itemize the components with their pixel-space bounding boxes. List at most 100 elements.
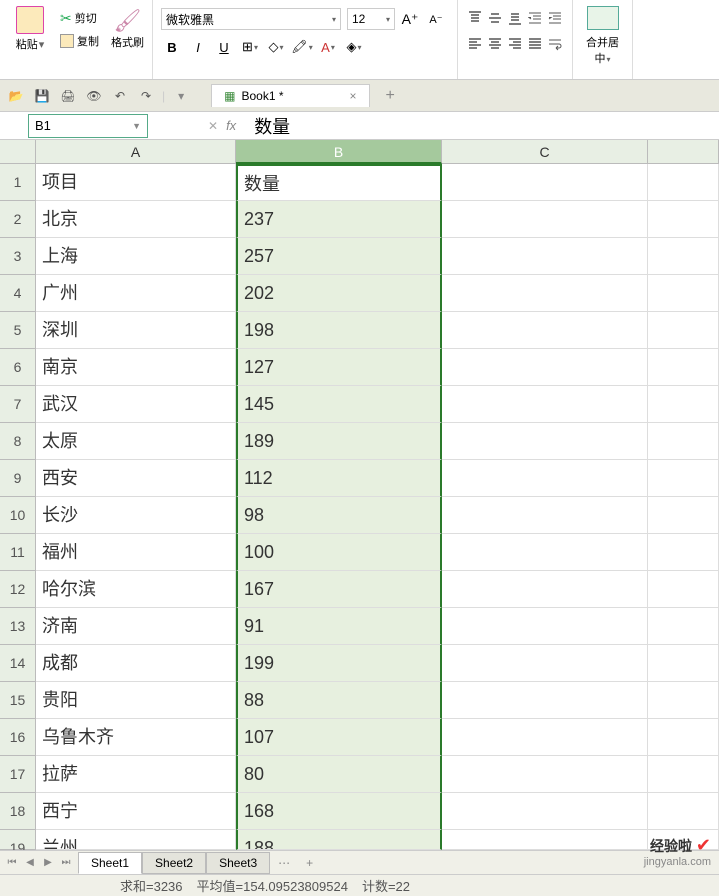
print-preview-icon[interactable]: 👁 bbox=[84, 86, 104, 106]
wrap-text-button[interactable] bbox=[546, 34, 564, 54]
cell[interactable]: 188 bbox=[236, 830, 442, 850]
align-right-button[interactable] bbox=[506, 34, 524, 54]
print-icon[interactable]: 🖨 bbox=[58, 86, 78, 106]
cell[interactable] bbox=[648, 423, 719, 460]
row-header[interactable]: 12 bbox=[0, 571, 36, 608]
row-header[interactable]: 7 bbox=[0, 386, 36, 423]
row-header[interactable]: 17 bbox=[0, 756, 36, 793]
cell[interactable] bbox=[442, 793, 648, 830]
cell[interactable]: 哈尔滨 bbox=[36, 571, 236, 608]
cell[interactable]: 兰州 bbox=[36, 830, 236, 850]
paste-button[interactable]: 粘贴▾ bbox=[8, 4, 52, 54]
cell[interactable] bbox=[648, 497, 719, 534]
cell[interactable] bbox=[648, 719, 719, 756]
cell[interactable]: 107 bbox=[236, 719, 442, 756]
copy-button[interactable]: 复制 bbox=[56, 31, 103, 51]
row-header[interactable]: 1 bbox=[0, 164, 36, 201]
cell[interactable] bbox=[442, 608, 648, 645]
cell[interactable] bbox=[648, 645, 719, 682]
cell[interactable]: 广州 bbox=[36, 275, 236, 312]
cell[interactable]: 98 bbox=[236, 497, 442, 534]
column-header[interactable]: B bbox=[236, 140, 442, 164]
cell[interactable] bbox=[648, 275, 719, 312]
cell[interactable] bbox=[648, 682, 719, 719]
italic-button[interactable]: I bbox=[187, 36, 209, 58]
font-name-select[interactable]: 微软雅黑▾ bbox=[161, 8, 341, 30]
cell[interactable]: 199 bbox=[236, 645, 442, 682]
cell[interactable]: 深圳 bbox=[36, 312, 236, 349]
cell[interactable] bbox=[648, 349, 719, 386]
cell[interactable] bbox=[648, 534, 719, 571]
cell[interactable]: 257 bbox=[236, 238, 442, 275]
underline-button[interactable]: U bbox=[213, 36, 235, 58]
cell[interactable] bbox=[648, 793, 719, 830]
sheet-tab[interactable]: Sheet1 bbox=[78, 852, 142, 874]
document-tab[interactable]: ▦ Book1 * × bbox=[211, 84, 369, 107]
cell[interactable]: 100 bbox=[236, 534, 442, 571]
cancel-icon[interactable]: ✕ bbox=[208, 119, 218, 133]
row-header[interactable]: 5 bbox=[0, 312, 36, 349]
cell[interactable] bbox=[648, 460, 719, 497]
cell[interactable] bbox=[442, 349, 648, 386]
cell[interactable] bbox=[442, 460, 648, 497]
cell[interactable] bbox=[442, 423, 648, 460]
cell[interactable]: 乌鲁木齐 bbox=[36, 719, 236, 756]
cell[interactable] bbox=[442, 386, 648, 423]
row-header[interactable]: 18 bbox=[0, 793, 36, 830]
cell[interactable] bbox=[648, 608, 719, 645]
cell[interactable] bbox=[648, 164, 719, 201]
column-header[interactable]: C bbox=[442, 140, 648, 164]
add-sheet-button[interactable]: + bbox=[298, 856, 321, 870]
cell[interactable] bbox=[648, 571, 719, 608]
cell[interactable] bbox=[442, 571, 648, 608]
cell[interactable]: 济南 bbox=[36, 608, 236, 645]
redo-icon[interactable]: ↷ bbox=[136, 86, 156, 106]
border-button[interactable]: ⊞▾ bbox=[239, 36, 261, 58]
cell[interactable]: 127 bbox=[236, 349, 442, 386]
cell[interactable]: 数量 bbox=[236, 164, 442, 201]
cell[interactable]: 贵阳 bbox=[36, 682, 236, 719]
cell[interactable]: 80 bbox=[236, 756, 442, 793]
sheet-tab[interactable]: Sheet3 bbox=[206, 852, 270, 874]
cell[interactable] bbox=[442, 201, 648, 238]
cell[interactable]: 202 bbox=[236, 275, 442, 312]
cell[interactable]: 太原 bbox=[36, 423, 236, 460]
row-header[interactable]: 14 bbox=[0, 645, 36, 682]
cell[interactable]: 西宁 bbox=[36, 793, 236, 830]
cell[interactable]: 112 bbox=[236, 460, 442, 497]
first-sheet-icon[interactable]: ⏮ bbox=[4, 855, 20, 871]
cell[interactable] bbox=[442, 830, 648, 850]
row-header[interactable]: 8 bbox=[0, 423, 36, 460]
cell[interactable]: 167 bbox=[236, 571, 442, 608]
cell[interactable]: 145 bbox=[236, 386, 442, 423]
cell[interactable] bbox=[648, 238, 719, 275]
fx-icon[interactable]: fx bbox=[226, 118, 236, 133]
indent-increase-button[interactable] bbox=[546, 8, 564, 28]
cell[interactable]: 南京 bbox=[36, 349, 236, 386]
row-header[interactable]: 16 bbox=[0, 719, 36, 756]
indent-decrease-button[interactable] bbox=[526, 8, 544, 28]
cell[interactable]: 91 bbox=[236, 608, 442, 645]
cell[interactable] bbox=[442, 312, 648, 349]
row-header[interactable]: 13 bbox=[0, 608, 36, 645]
formula-input[interactable]: 数量 bbox=[244, 113, 290, 139]
increase-font-button[interactable]: A⁺ bbox=[399, 8, 421, 30]
cell[interactable] bbox=[442, 645, 648, 682]
cell[interactable]: 项目 bbox=[36, 164, 236, 201]
row-header[interactable]: 6 bbox=[0, 349, 36, 386]
row-header[interactable]: 3 bbox=[0, 238, 36, 275]
cell[interactable] bbox=[648, 386, 719, 423]
cell[interactable]: 成都 bbox=[36, 645, 236, 682]
cell[interactable]: 168 bbox=[236, 793, 442, 830]
fill-color-button[interactable]: ◇▾ bbox=[265, 36, 287, 58]
prev-sheet-icon[interactable]: ◀ bbox=[22, 855, 38, 871]
row-header[interactable]: 19 bbox=[0, 830, 36, 850]
cell[interactable] bbox=[442, 497, 648, 534]
cell-style-button[interactable]: ◈▾ bbox=[343, 36, 365, 58]
row-header[interactable]: 4 bbox=[0, 275, 36, 312]
save-icon[interactable]: 💾 bbox=[32, 86, 52, 106]
undo-icon[interactable]: ↶ bbox=[110, 86, 130, 106]
cell[interactable] bbox=[442, 756, 648, 793]
cell[interactable] bbox=[442, 719, 648, 756]
align-center-button[interactable] bbox=[486, 34, 504, 54]
